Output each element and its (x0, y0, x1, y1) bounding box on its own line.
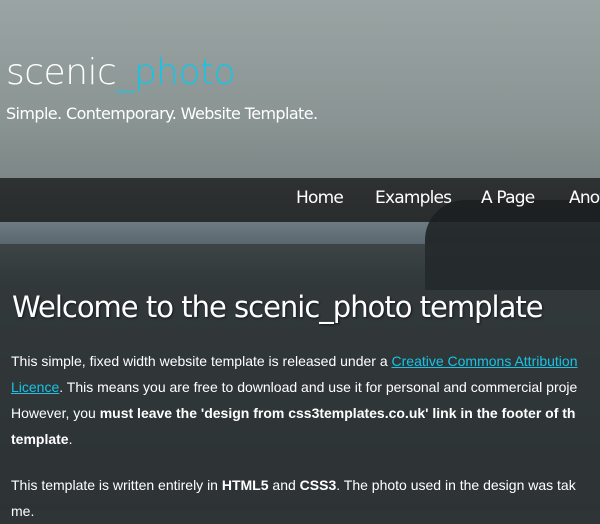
p1-end: . (68, 431, 73, 447)
nav-item-a-page[interactable]: A Page (481, 188, 535, 208)
logo-main: scenic (6, 52, 117, 93)
nav-item-examples[interactable]: Examples (375, 188, 452, 208)
licence-link[interactable]: Licence (11, 379, 59, 395)
main-nav: Home Examples A Page Anot (0, 178, 600, 222)
p1-text-3: However, you (11, 405, 100, 421)
tech-paragraph: This template is written entirely in HTM… (11, 472, 600, 524)
p2-line2: me. (11, 503, 35, 519)
p2-and: and (268, 477, 300, 493)
cc-license-link[interactable]: Creative Commons Attribution (392, 353, 578, 369)
p2-rest: . The photo used in the design was tak (336, 477, 576, 493)
nav-item-another[interactable]: Anot (569, 188, 600, 208)
nav-item-home[interactable]: Home (296, 188, 344, 208)
site-slogan: Simple. Contemporary. Website Template. (6, 104, 318, 123)
p1-text-1: This simple, fixed width website templat… (11, 353, 392, 369)
p1-bold-2: template (11, 431, 69, 447)
p2-text-1: This template is written entirely in (11, 477, 222, 493)
site-logo[interactable]: scenic_photo (6, 52, 236, 93)
p1-text-2: . This means you are free to download an… (59, 379, 578, 395)
p2-css3: CSS3 (299, 477, 337, 493)
p2-html5: HTML5 (221, 477, 269, 493)
intro-paragraph: This simple, fixed width website templat… (11, 348, 600, 452)
page-title: Welcome to the scenic_photo template (12, 290, 544, 324)
logo-accent: _photo (116, 52, 236, 93)
p1-bold: must leave the 'design from css3template… (99, 405, 576, 421)
